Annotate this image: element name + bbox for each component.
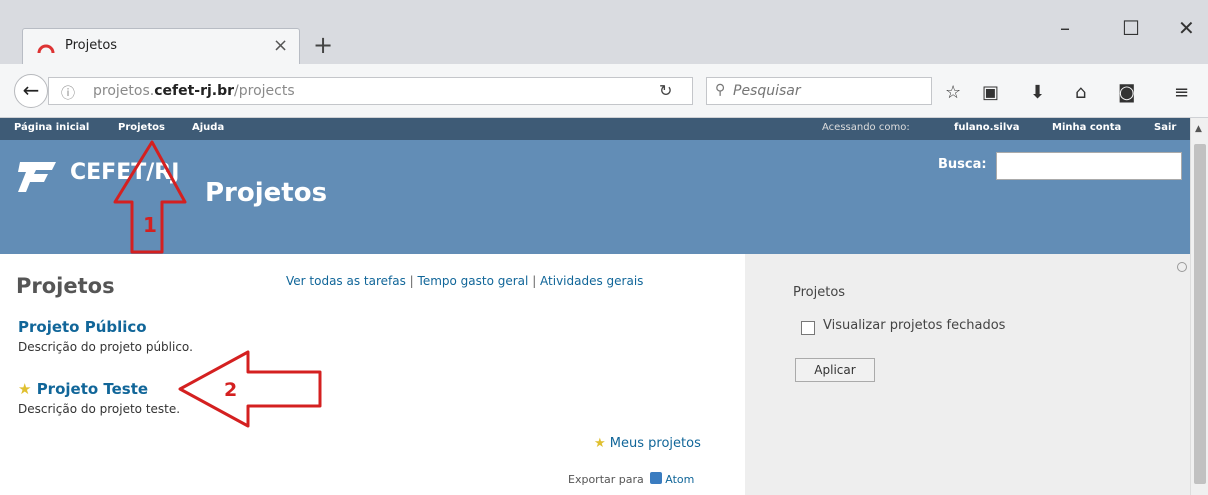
page-scrollbar[interactable]: ▲ bbox=[1190, 118, 1208, 495]
back-arrow-icon[interactable]: ← bbox=[14, 74, 48, 108]
logged-as-label: Acessando como: bbox=[822, 122, 910, 133]
download-icon[interactable]: ⬇ bbox=[1030, 82, 1045, 103]
window-close-icon[interactable]: ✕ bbox=[1178, 16, 1195, 40]
menu-icon[interactable]: ≡ bbox=[1174, 82, 1189, 103]
tab-title: Projetos bbox=[65, 38, 118, 53]
all-issues-link[interactable]: Ver todas as tarefas bbox=[286, 274, 406, 288]
url-text: projetos.cefet-rj.br/projects bbox=[93, 83, 295, 99]
sign-out-link[interactable]: Sair bbox=[1154, 122, 1176, 133]
page-title: Projetos bbox=[16, 274, 115, 298]
search-label: Busca: bbox=[938, 157, 987, 172]
project-link-teste[interactable]: Projeto Teste bbox=[37, 380, 148, 398]
project-link-public[interactable]: Projeto Público bbox=[18, 318, 147, 336]
browser-tab[interactable]: Projetos × bbox=[22, 28, 300, 64]
browser-nav-bar: ⓘ projetos.cefet-rj.br/projects ↻ ← ⚲ ☆ … bbox=[0, 64, 1208, 118]
home-link[interactable]: Página inicial bbox=[14, 122, 89, 133]
star-icon: ★ bbox=[594, 436, 606, 451]
user-link[interactable]: fulano.silva bbox=[954, 122, 1020, 133]
star-icon: ★ bbox=[18, 380, 32, 398]
projects-link[interactable]: Projetos bbox=[118, 122, 165, 133]
top-menu: Página inicial Projetos Ajuda Acessando … bbox=[0, 118, 1190, 140]
home-icon[interactable]: ⌂ bbox=[1075, 82, 1086, 103]
project-description: Descrição do projeto público. bbox=[18, 340, 193, 354]
atom-link[interactable]: Atom bbox=[665, 473, 694, 486]
browser-search-box[interactable]: ⚲ bbox=[706, 77, 932, 105]
url-bar[interactable]: ⓘ projetos.cefet-rj.br/projects ↻ bbox=[48, 77, 693, 105]
sidebar-title: Projetos bbox=[793, 285, 846, 300]
closed-projects-label[interactable]: Visualizar projetos fechados bbox=[823, 318, 1005, 333]
new-tab-button[interactable]: + bbox=[313, 31, 333, 59]
sidebar: Projetos Visualizar projetos fechados Ap… bbox=[745, 254, 1190, 495]
reload-icon[interactable]: ↻ bbox=[659, 81, 672, 100]
logo-text: CEFET/RJ bbox=[70, 160, 180, 185]
closed-projects-checkbox[interactable] bbox=[801, 321, 815, 335]
collapse-sidebar-icon[interactable] bbox=[1177, 262, 1187, 272]
project-item-teste: ★ Projeto Teste bbox=[18, 380, 148, 398]
my-projects-legend: ★ Meus projetos bbox=[594, 436, 701, 451]
my-account-link[interactable]: Minha conta bbox=[1052, 122, 1121, 133]
browser-tab-bar: Projetos × + – ☐ ✕ bbox=[0, 0, 1208, 64]
library-icon[interactable]: ▣ bbox=[982, 82, 999, 103]
redmine-favicon-icon bbox=[37, 44, 55, 54]
help-link[interactable]: Ajuda bbox=[192, 122, 224, 133]
export-links: Exportar para Atom bbox=[568, 472, 695, 486]
cefet-logo-icon bbox=[18, 162, 56, 192]
bookmark-star-icon[interactable]: ☆ bbox=[945, 82, 961, 103]
scrollbar-thumb[interactable] bbox=[1194, 144, 1206, 484]
quick-search-input[interactable] bbox=[996, 152, 1182, 180]
main-content: Projetos Ver todas as tarefas | Tempo ga… bbox=[0, 254, 745, 495]
activity-link[interactable]: Atividades gerais bbox=[540, 274, 643, 288]
spent-time-link[interactable]: Tempo gasto geral bbox=[418, 274, 529, 288]
header: CEFET/RJ Projetos Busca: bbox=[0, 140, 1190, 254]
project-description: Descrição do projeto teste. bbox=[18, 402, 181, 416]
contextual-links: Ver todas as tarefas | Tempo gasto geral… bbox=[286, 274, 644, 288]
apply-button[interactable]: Aplicar bbox=[795, 358, 875, 382]
site-title: Projetos bbox=[205, 178, 328, 208]
minimize-icon[interactable]: – bbox=[1060, 16, 1070, 40]
close-tab-icon[interactable]: × bbox=[273, 35, 288, 56]
scroll-up-icon[interactable]: ▲ bbox=[1195, 124, 1202, 134]
feed-icon bbox=[650, 472, 663, 484]
pocket-icon[interactable]: ◙ bbox=[1118, 82, 1135, 103]
info-icon[interactable]: ⓘ bbox=[61, 83, 75, 103]
screen: Projetos × + – ☐ ✕ ⓘ projetos.cefet-rj.b… bbox=[0, 0, 1208, 495]
search-icon: ⚲ bbox=[715, 82, 726, 98]
browser-search-input[interactable] bbox=[733, 81, 923, 101]
maximize-icon[interactable]: ☐ bbox=[1122, 16, 1140, 40]
